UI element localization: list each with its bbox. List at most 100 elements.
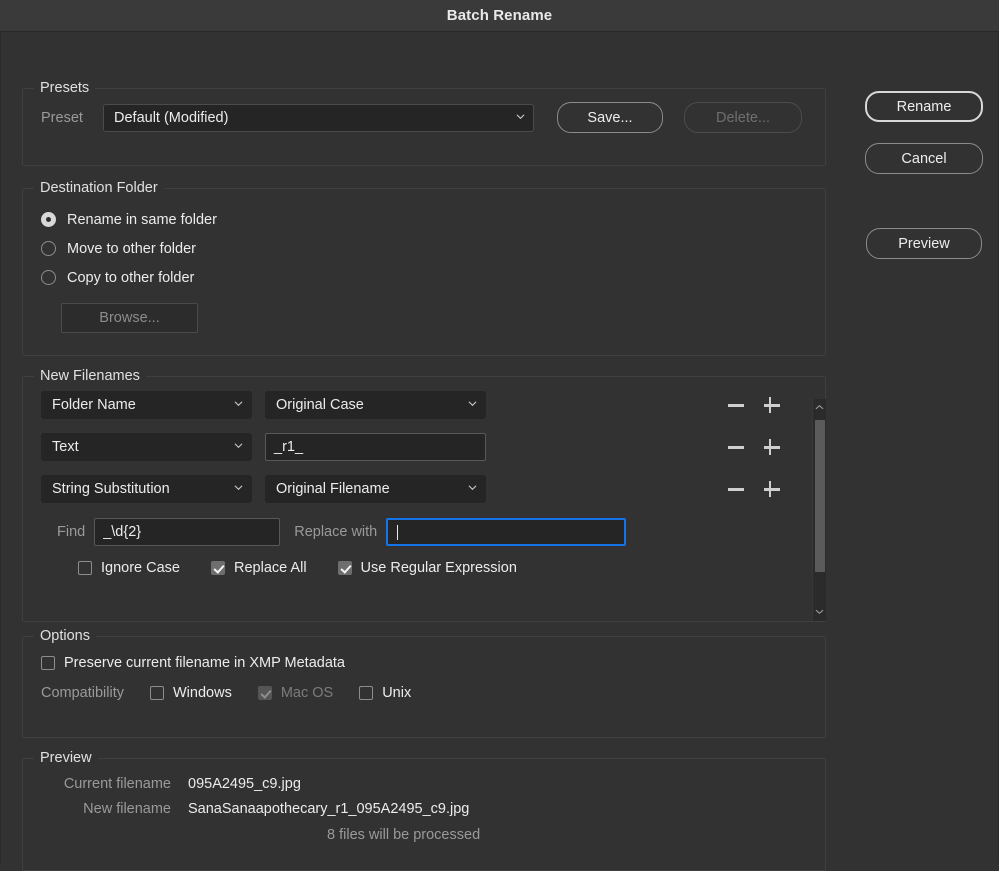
destination-folder-legend: Destination Folder: [34, 180, 164, 196]
preview-legend: Preview: [34, 750, 98, 766]
find-value: _\d{2}: [103, 524, 141, 540]
scroll-down-arrow-icon[interactable]: [813, 603, 826, 619]
checkbox-indicator: [211, 561, 225, 575]
checkbox-use-regular-expression[interactable]: Use Regular Expression: [338, 560, 517, 576]
radio-copy-to-other-folder[interactable]: Copy to other folder: [41, 263, 825, 292]
token-type-value-2: Text: [52, 439, 79, 455]
current-filename-label: Current filename: [23, 776, 171, 792]
add-token-button-3[interactable]: [762, 479, 782, 499]
token-value-select-1[interactable]: Original Case: [265, 391, 486, 419]
new-filenames-legend: New Filenames: [34, 368, 146, 384]
new-filenames-scrollbar[interactable]: [812, 399, 826, 621]
token-value-3: Original Filename: [276, 481, 390, 497]
new-filename-label: New filename: [23, 801, 171, 817]
delete-preset-label: Delete...: [716, 110, 770, 126]
new-filename-value: SanaSanaapothecary_r1_095A2495_c9.jpg: [188, 801, 469, 817]
cancel-button[interactable]: Cancel: [865, 143, 983, 174]
browse-button: Browse...: [61, 303, 198, 333]
checkbox-replace-all[interactable]: Replace All: [211, 560, 307, 576]
filename-token-row: Text _r1_: [41, 433, 825, 461]
radio-label: Copy to other folder: [67, 270, 194, 286]
chevron-down-icon: [516, 112, 525, 121]
find-input[interactable]: _\d{2}: [94, 518, 280, 546]
token-value-1: Original Case: [276, 397, 364, 413]
find-replace-row: Find _\d{2} Replace with: [41, 518, 825, 546]
chevron-down-icon: [234, 441, 243, 450]
chevron-down-icon: [468, 399, 477, 408]
token-text-input-2[interactable]: _r1_: [265, 433, 486, 461]
options-group: Options Preserve current filename in XMP…: [22, 628, 826, 738]
new-filenames-group: New Filenames Folder Name Original Case: [22, 368, 826, 622]
checkbox-compat-windows[interactable]: Windows: [150, 685, 232, 701]
add-token-button-1[interactable]: [762, 395, 782, 415]
token-value-select-3[interactable]: Original Filename: [265, 475, 486, 503]
action-buttons-column: Rename Cancel Preview: [865, 91, 983, 259]
scrollbar-thumb[interactable]: [815, 420, 825, 572]
find-label: Find: [57, 524, 85, 540]
radio-indicator: [41, 241, 56, 256]
window-title: Batch Rename: [447, 7, 552, 24]
scroll-up-arrow-icon[interactable]: [813, 399, 826, 415]
batch-rename-dialog: Presets Preset Default (Modified) Save..…: [0, 32, 999, 863]
token-type-value-3: String Substitution: [52, 481, 170, 497]
preview-button[interactable]: Preview: [866, 228, 982, 259]
destination-folder-group: Destination Folder Rename in same folder…: [22, 180, 826, 356]
radio-indicator: [41, 212, 56, 227]
substitution-options-row: Ignore Case Replace All Use Regular Expr…: [41, 560, 825, 576]
checkbox-indicator: [338, 561, 352, 575]
radio-indicator: [41, 270, 56, 285]
checkbox-label: Mac OS: [281, 685, 333, 701]
remove-token-button-1[interactable]: [726, 395, 746, 415]
checkbox-label: Unix: [382, 685, 411, 701]
presets-legend: Presets: [34, 80, 95, 96]
preview-current-row: Current filename 095A2495_c9.jpg: [23, 776, 825, 792]
options-legend: Options: [34, 628, 96, 644]
window-title-bar: Batch Rename: [0, 0, 999, 32]
checkbox-indicator: [258, 686, 272, 700]
radio-label: Rename in same folder: [67, 212, 217, 228]
checkbox-indicator: [359, 686, 373, 700]
filename-token-row: String Substitution Original Filename: [41, 475, 825, 503]
browse-label: Browse...: [99, 310, 159, 326]
checkbox-compat-unix[interactable]: Unix: [359, 685, 411, 701]
preset-label: Preset: [41, 110, 97, 126]
presets-group: Presets Preset Default (Modified) Save..…: [22, 80, 826, 166]
preset-select-value: Default (Modified): [114, 110, 228, 126]
checkbox-label: Use Regular Expression: [361, 560, 517, 576]
replace-with-label: Replace with: [294, 524, 377, 540]
checkbox-compat-mac-os: Mac OS: [258, 685, 333, 701]
preview-group: Preview Current filename 095A2495_c9.jpg…: [22, 750, 826, 871]
checkbox-ignore-case[interactable]: Ignore Case: [78, 560, 180, 576]
remove-token-button-3[interactable]: [726, 479, 746, 499]
preview-count-row: 8 files will be processed: [23, 827, 825, 843]
files-processed-count: 8 files will be processed: [327, 827, 480, 843]
checkbox-indicator: [78, 561, 92, 575]
compatibility-row: Compatibility Windows Mac OS Unix: [41, 685, 825, 701]
radio-rename-in-same-folder[interactable]: Rename in same folder: [41, 205, 825, 234]
preview-new-row: New filename SanaSanaapothecary_r1_095A2…: [23, 801, 825, 817]
save-preset-button[interactable]: Save...: [557, 102, 663, 133]
checkbox-preserve-filename-xmp[interactable]: Preserve current filename in XMP Metadat…: [41, 655, 825, 671]
chevron-down-icon: [234, 483, 243, 492]
rename-button-label: Rename: [897, 99, 952, 115]
checkbox-label: Windows: [173, 685, 232, 701]
chevron-down-icon: [468, 483, 477, 492]
replace-with-input[interactable]: [386, 518, 626, 546]
filename-token-row: Folder Name Original Case: [41, 391, 825, 419]
checkbox-label: Ignore Case: [101, 560, 180, 576]
save-preset-label: Save...: [587, 110, 632, 126]
rename-button[interactable]: Rename: [865, 91, 983, 122]
text-caret: [397, 525, 398, 540]
token-type-select-3[interactable]: String Substitution: [41, 475, 252, 503]
remove-token-button-2[interactable]: [726, 437, 746, 457]
current-filename-value: 095A2495_c9.jpg: [188, 776, 301, 792]
chevron-down-icon: [234, 399, 243, 408]
token-type-select-1[interactable]: Folder Name: [41, 391, 252, 419]
add-token-button-2[interactable]: [762, 437, 782, 457]
cancel-button-label: Cancel: [901, 151, 946, 167]
preset-select[interactable]: Default (Modified): [103, 104, 534, 132]
checkbox-indicator: [150, 686, 164, 700]
radio-move-to-other-folder[interactable]: Move to other folder: [41, 234, 825, 263]
token-type-select-2[interactable]: Text: [41, 433, 252, 461]
token-type-value-1: Folder Name: [52, 397, 136, 413]
